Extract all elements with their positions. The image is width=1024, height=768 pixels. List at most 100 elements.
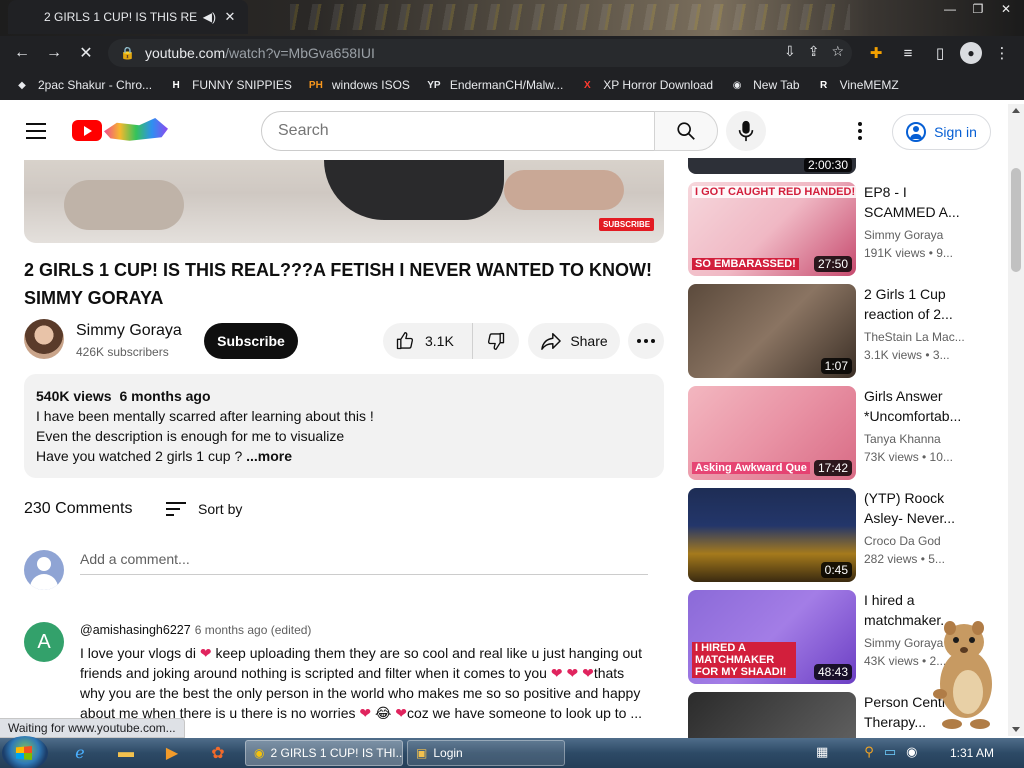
tray-display-icon[interactable]: ▭ bbox=[884, 744, 896, 760]
recommendation-channel[interactable]: Tanya Khanna bbox=[864, 432, 968, 446]
file-explorer-icon[interactable]: ▬ bbox=[108, 741, 144, 765]
extension-area: ✚ ≡ ▯ ● ⋮ bbox=[864, 39, 1014, 67]
lock-icon[interactable]: 🔒 bbox=[120, 46, 135, 60]
sign-in-button[interactable]: Sign in bbox=[892, 114, 991, 150]
video-player[interactable]: SUBSCRIBE bbox=[24, 160, 664, 243]
recommendation-title[interactable]: EP8 - I SCAMMED A... bbox=[864, 182, 968, 222]
recommendation-item[interactable]: 1:07 2 Girls 1 Cup reaction of 2... TheSta… bbox=[688, 284, 988, 378]
back-arrow-icon[interactable]: ← bbox=[8, 39, 36, 67]
scroll-down-arrow-icon[interactable] bbox=[1012, 727, 1020, 732]
close-window-icon[interactable]: ✕ bbox=[994, 0, 1018, 18]
duration-badge: 48:43 bbox=[813, 664, 852, 680]
recommendation-title[interactable]: 2 Girls 1 Cup reaction of 2... bbox=[864, 284, 968, 324]
desktop-pet-hamster[interactable] bbox=[922, 614, 1002, 732]
share-page-icon[interactable]: ⇪ bbox=[808, 43, 820, 60]
forward-arrow-icon[interactable]: → bbox=[40, 39, 68, 67]
bookmark-item[interactable]: ◆ 2pac Shakur - Chro... bbox=[14, 77, 152, 93]
subscriber-count: 426K subscribers bbox=[76, 345, 169, 359]
speaker-mute-icon[interactable]: ◀) bbox=[203, 10, 216, 24]
close-tab-icon[interactable]: ✕ bbox=[222, 9, 238, 25]
recommendation-item[interactable]: I GOT CAUGHT RED HANDED! SO EMBARASSED! 27… bbox=[688, 182, 988, 276]
recommendation-thumbnail[interactable]: 0:45 bbox=[688, 488, 856, 582]
tray-search-icon[interactable]: ⚲ bbox=[864, 744, 874, 760]
bookmark-item[interactable]: X XP Horror Download bbox=[579, 77, 713, 93]
dislike-button[interactable] bbox=[473, 323, 519, 359]
browser-tab-active[interactable]: 2 GIRLS 1 CUP! IS THIS REAL ◀) ✕ bbox=[8, 0, 248, 34]
chrome-menu-icon[interactable]: ⋮ bbox=[990, 39, 1014, 67]
menu-hamburger-icon[interactable] bbox=[26, 123, 46, 139]
recommendation-item[interactable]: Asking Awkward Que 17:42 Girls Answer *Unc… bbox=[688, 386, 988, 480]
channel-avatar[interactable] bbox=[24, 319, 64, 359]
scrollbar-thumb[interactable] bbox=[1011, 168, 1021, 272]
recommendation-channel[interactable]: Croco Da God bbox=[864, 534, 968, 548]
scroll-up-arrow-icon[interactable] bbox=[1012, 108, 1020, 113]
system-tray: ▦ ⚲ ▭ ◉ bbox=[816, 744, 917, 760]
voice-search-button[interactable] bbox=[726, 111, 766, 151]
description-box[interactable]: 540K views 6 months ago I have been menta… bbox=[24, 374, 664, 478]
settings-kebab-icon[interactable] bbox=[850, 118, 870, 144]
channel-name[interactable]: Simmy Goraya bbox=[76, 322, 182, 340]
video-title: 2 GIRLS 1 CUP! IS THIS REAL???A FETISH I… bbox=[24, 260, 653, 308]
recommendation-item[interactable]: 0:45 (YTP) Roock Asley- Never... Croco Da … bbox=[688, 488, 988, 582]
bookmark-item[interactable]: PH windows ISOS bbox=[308, 77, 410, 93]
search-input[interactable]: Search bbox=[261, 111, 655, 151]
comment-time[interactable]: 6 months ago (edited) bbox=[195, 623, 312, 637]
comment-text-part: coz we have someone to look up to ... bbox=[406, 705, 643, 721]
player-frame-shape bbox=[504, 170, 624, 210]
tray-volume-icon[interactable]: ◉ bbox=[906, 744, 917, 760]
chrome-task-button[interactable]: ◉ 2 GIRLS 1 CUP! IS THI... bbox=[245, 740, 403, 766]
side-panel-icon[interactable]: ▯ bbox=[928, 39, 952, 67]
comments-count: 230 Comments bbox=[24, 500, 133, 517]
recommendation-thumbnail[interactable]: Asking Awkward Que 17:42 bbox=[688, 386, 856, 480]
commenter-avatar[interactable]: A bbox=[24, 622, 64, 662]
subscribe-button[interactable]: Subscribe bbox=[204, 323, 298, 359]
sort-by-button[interactable]: Sort by bbox=[166, 501, 242, 517]
bookmark-item[interactable]: ◉ New Tab bbox=[729, 77, 800, 93]
comment-author[interactable]: @amishasingh6227 bbox=[80, 623, 191, 637]
bookmark-item[interactable]: YP EndermanCH/Malw... bbox=[426, 77, 563, 93]
extensions-puzzle-icon[interactable]: ✚ bbox=[864, 39, 888, 67]
heart-emoji-icon: ❤ ❤ ❤ bbox=[546, 665, 594, 681]
upload-age: 6 months ago bbox=[119, 388, 211, 404]
start-orb-button[interactable] bbox=[2, 736, 48, 768]
add-comment-input[interactable]: Add a comment... bbox=[80, 551, 648, 575]
share-button[interactable]: Share bbox=[528, 323, 620, 359]
chrome-logo-icon: ◆ bbox=[18, 79, 26, 91]
internet-explorer-icon[interactable]: ℯ bbox=[62, 741, 98, 765]
comments-header: 230 Comments Sort by bbox=[24, 500, 242, 518]
bookmark-star-icon[interactable]: ☆ bbox=[831, 43, 844, 60]
search-button[interactable] bbox=[654, 111, 718, 151]
bookmark-item[interactable]: R VineMEMZ bbox=[816, 77, 899, 93]
address-bar[interactable]: 🔒 youtube.com/watch?v=MbGva658IUI ⇩ ⇪ ☆ bbox=[108, 39, 852, 67]
stop-loading-icon[interactable]: ✕ bbox=[72, 39, 100, 67]
more-actions-button[interactable] bbox=[628, 323, 664, 359]
description-line-last: Have you watched 2 girls 1 cup ? ...more bbox=[36, 446, 652, 466]
login-task-button[interactable]: ▣ Login bbox=[407, 740, 565, 766]
duration-badge: 2:00:30 bbox=[803, 158, 852, 172]
system-clock[interactable]: 1:31 AM bbox=[950, 746, 994, 760]
youtube-logo[interactable] bbox=[72, 120, 102, 141]
minimize-icon[interactable]: — bbox=[938, 0, 962, 18]
bookmark-item[interactable]: H FUNNY SNIPPIES bbox=[168, 77, 291, 93]
yp-icon: YP bbox=[427, 79, 441, 91]
youtube-doodle-logo[interactable] bbox=[104, 118, 168, 141]
restore-icon[interactable]: ❐ bbox=[966, 0, 990, 18]
recommendation-thumbnail[interactable]: 1:07 bbox=[688, 284, 856, 378]
recommendation-thumbnail[interactable]: I GOT CAUGHT RED HANDED! SO EMBARASSED! 27… bbox=[688, 182, 856, 276]
show-more-link[interactable]: ...more bbox=[246, 448, 292, 464]
profile-avatar-icon[interactable]: ● bbox=[960, 42, 982, 64]
page-scrollbar[interactable] bbox=[1008, 104, 1024, 736]
recommendation-channel[interactable]: TheStain La Mac... bbox=[864, 330, 968, 344]
app-pinned-icon[interactable]: ✿ bbox=[200, 741, 236, 765]
subscribe-watermark[interactable]: SUBSCRIBE bbox=[599, 218, 655, 231]
recommendation-channel[interactable]: Simmy Goraya bbox=[864, 228, 968, 242]
media-controls-icon[interactable]: ≡ bbox=[896, 39, 920, 67]
recommendation-thumb-partial[interactable]: 2:00:30 bbox=[688, 158, 856, 174]
recommendation-title[interactable]: Girls Answer *Uncomfortab... bbox=[864, 386, 968, 426]
media-player-icon[interactable]: ▶ bbox=[154, 741, 190, 765]
recommendation-title[interactable]: (YTP) Roock Asley- Never... bbox=[864, 488, 968, 528]
like-button[interactable]: 3.1K bbox=[383, 323, 473, 359]
recommendation-thumbnail[interactable]: I HIRED A MATCHMAKER FOR MY SHAADI! 48:43 bbox=[688, 590, 856, 684]
install-app-icon[interactable]: ⇩ bbox=[784, 43, 796, 60]
tray-network-icon[interactable]: ▦ bbox=[816, 744, 828, 760]
